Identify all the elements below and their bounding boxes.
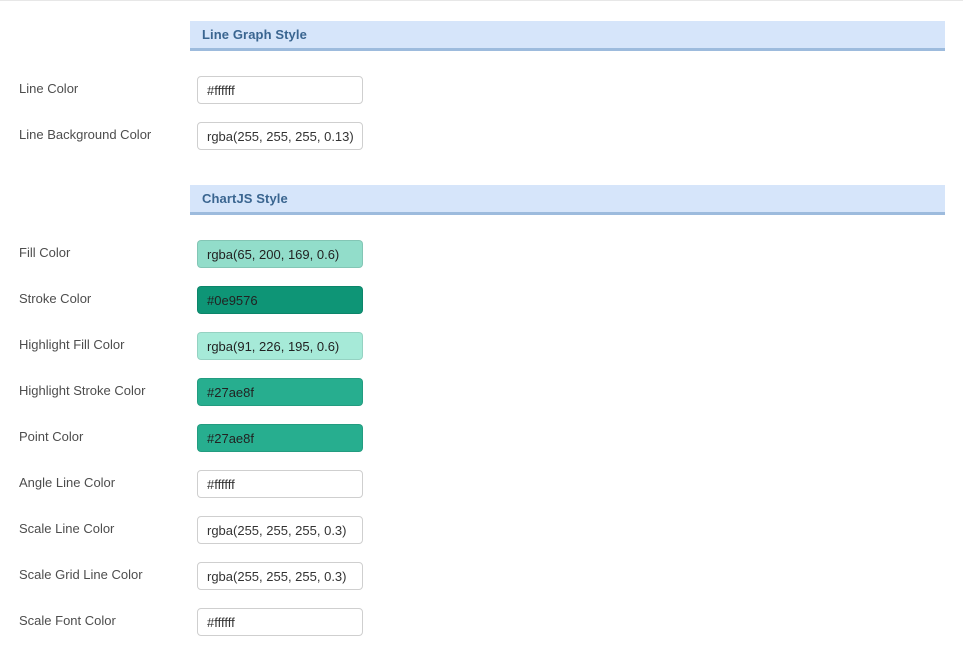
section-title: Line Graph Style: [202, 27, 307, 42]
form-row-scale-font-color: Scale Font Color: [0, 608, 963, 638]
label-scale-font-color: Scale Font Color: [19, 613, 116, 628]
label-fill-color: Fill Color: [19, 245, 71, 260]
label-highlight-fill-color: Highlight Fill Color: [19, 337, 125, 352]
form-row-line-color: Line Color: [0, 76, 963, 106]
label-point-color: Point Color: [19, 429, 84, 444]
label-stroke-color: Stroke Color: [19, 291, 92, 306]
input-scale-line-color[interactable]: [197, 516, 363, 544]
form-row-point-color: Point Color: [0, 424, 963, 454]
input-stroke-color[interactable]: [197, 286, 363, 314]
input-point-color[interactable]: [197, 424, 363, 452]
input-highlight-stroke-color[interactable]: [197, 378, 363, 406]
section-header: ChartJS Style: [190, 185, 945, 215]
form-row-line-background-color: Line Background Color: [0, 122, 963, 152]
form-row-highlight-fill-color: Highlight Fill Color: [0, 332, 963, 362]
form-row-angle-line-color: Angle Line Color: [0, 470, 963, 500]
input-scale-grid-line-color[interactable]: [197, 562, 363, 590]
label-scale-line-color: Scale Line Color: [19, 521, 115, 536]
input-scale-font-color[interactable]: [197, 608, 363, 636]
form-row-scale-line-color: Scale Line Color: [0, 516, 963, 546]
form-row-fill-color: Fill Color: [0, 240, 963, 270]
label-angle-line-color: Angle Line Color: [19, 475, 116, 490]
form-row-highlight-stroke-color: Highlight Stroke Color: [0, 378, 963, 408]
section-title: ChartJS Style: [202, 191, 288, 206]
input-line-background-color[interactable]: [197, 122, 363, 150]
label-line-background-color: Line Background Color: [19, 127, 152, 142]
form-row-scale-grid-line-color: Scale Grid Line Color: [0, 562, 963, 592]
label-highlight-stroke-color: Highlight Stroke Color: [19, 383, 146, 398]
section-header: Line Graph Style: [190, 21, 945, 51]
input-angle-line-color[interactable]: [197, 470, 363, 498]
label-line-color: Line Color: [19, 81, 79, 96]
settings-form-page: Line Graph Style Line Color Line Backgroun…: [0, 0, 963, 654]
input-line-color[interactable]: [197, 76, 363, 104]
input-highlight-fill-color[interactable]: [197, 332, 363, 360]
form-row-stroke-color: Stroke Color: [0, 286, 963, 316]
label-scale-grid-line-color: Scale Grid Line Color: [19, 567, 143, 582]
input-fill-color[interactable]: [197, 240, 363, 268]
